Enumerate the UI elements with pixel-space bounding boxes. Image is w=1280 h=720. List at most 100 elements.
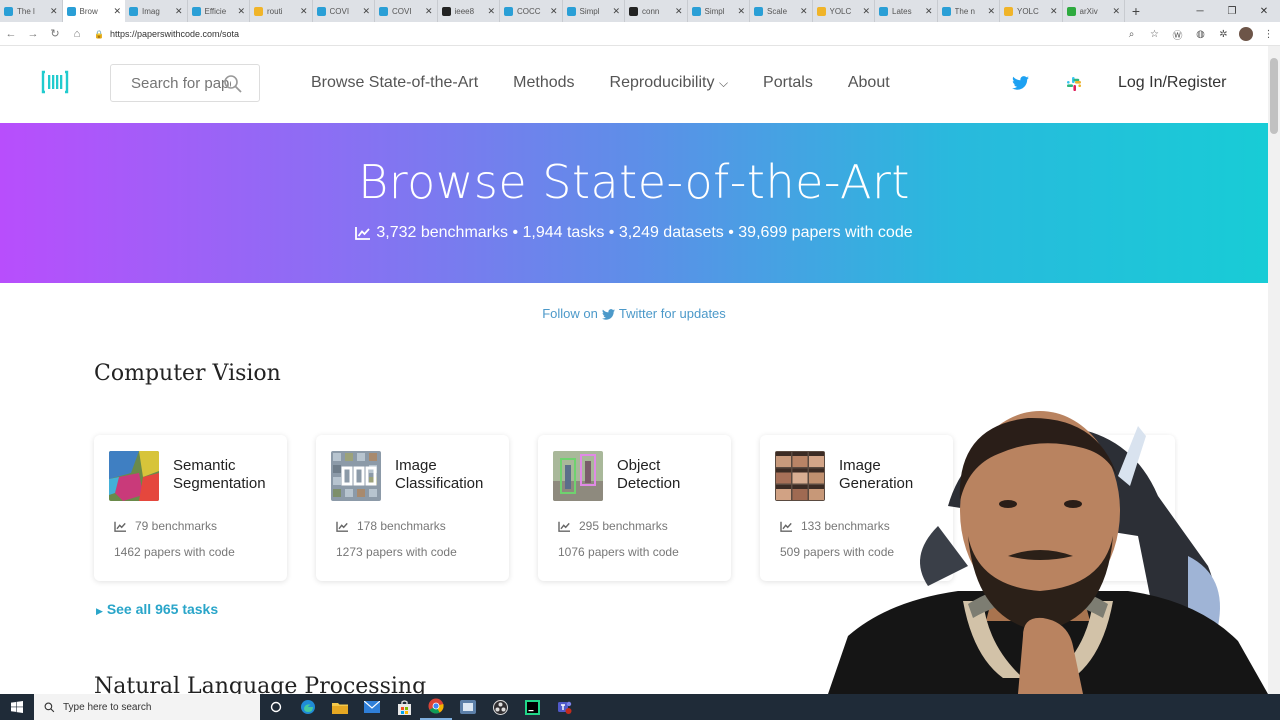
restore-button[interactable]: ❐ — [1216, 0, 1248, 22]
obs-icon[interactable] — [484, 694, 516, 720]
browser-tab[interactable]: COCC ✕ — [500, 0, 563, 22]
browser-tab[interactable]: Simpl ✕ — [563, 0, 625, 22]
twitter-icon[interactable] — [1012, 76, 1029, 90]
close-tab-icon[interactable]: ✕ — [737, 6, 745, 17]
star-icon[interactable]: ☆ — [1143, 29, 1166, 40]
photos-app-icon[interactable] — [452, 694, 484, 720]
menu-kebab-icon[interactable]: ⋮ — [1257, 29, 1280, 40]
card-benchmarks: 79 benchmarks — [114, 519, 217, 533]
webcam-overlay — [828, 411, 1268, 694]
browser-tab[interactable]: The l ✕ — [0, 0, 63, 22]
browser-tab[interactable]: Simpl ✕ — [688, 0, 750, 22]
close-tab-icon[interactable]: ✕ — [925, 6, 933, 17]
nav-browse-sota[interactable]: Browse State-of-the-Art — [311, 74, 478, 92]
close-tab-icon[interactable]: ✕ — [675, 6, 683, 17]
search-icon[interactable] — [223, 74, 243, 94]
browser-tab[interactable]: Brow ✕ — [62, 0, 125, 22]
browser-tab[interactable]: Lates ✕ — [875, 0, 938, 22]
browser-tab[interactable]: The n ✕ — [938, 0, 1000, 22]
close-tab-icon[interactable]: ✕ — [1112, 6, 1120, 17]
scrollbar-thumb[interactable] — [1270, 58, 1278, 134]
minimize-button[interactable]: ─ — [1184, 0, 1216, 22]
tab-title: YOLC — [1017, 6, 1039, 16]
task-card[interactable]: Image Classification 178 benchmarks 1273… — [316, 435, 509, 581]
pycharm-icon[interactable] — [516, 694, 548, 720]
search-input[interactable] — [131, 74, 231, 92]
slack-icon[interactable] — [1066, 76, 1082, 92]
browser-tab[interactable]: ieee8 ✕ — [438, 0, 500, 22]
pwc-icon — [129, 6, 138, 16]
task-card[interactable]: Semantic Segmentation 79 benchmarks 1462… — [94, 435, 287, 581]
file-explorer-icon[interactable] — [324, 694, 356, 720]
papers-with-code-logo[interactable] — [40, 70, 70, 94]
chart-line-icon — [336, 521, 348, 532]
extension-circle-icon[interactable]: ◍ — [1189, 29, 1212, 40]
teams-icon[interactable] — [548, 694, 580, 720]
browser-tab[interactable]: COVI ✕ — [375, 0, 438, 22]
card-title[interactable]: Image Classification — [395, 457, 505, 493]
nav-about[interactable]: About — [848, 74, 890, 92]
close-tab-icon[interactable]: ✕ — [175, 6, 183, 17]
browser-tab[interactable]: Imag ✕ — [125, 0, 188, 22]
close-tab-icon[interactable]: ✕ — [487, 6, 495, 17]
close-window-button[interactable]: ✕ — [1248, 0, 1280, 22]
browser-tab[interactable]: arXiv ✕ — [1063, 0, 1125, 22]
browser-tab[interactable]: YOLC ✕ — [813, 0, 875, 22]
nav-portals[interactable]: Portals — [763, 74, 813, 92]
close-tab-icon[interactable]: ✕ — [237, 6, 245, 17]
edge-icon[interactable] — [292, 694, 324, 720]
tab-title: Imag — [142, 6, 160, 16]
close-tab-icon[interactable]: ✕ — [300, 6, 308, 17]
wordpress-icon[interactable]: Ⓦ — [1166, 27, 1189, 42]
zoom-icon[interactable]: ⌕ — [1120, 29, 1143, 40]
browser-tab[interactable]: YOLC ✕ — [1000, 0, 1063, 22]
cortana-icon[interactable] — [260, 694, 292, 720]
close-tab-icon[interactable]: ✕ — [50, 6, 58, 17]
reload-button[interactable]: ↻ — [44, 23, 66, 45]
card-benchmarks-text: 295 benchmarks — [579, 519, 668, 533]
browser-tab[interactable]: COVI ✕ — [313, 0, 375, 22]
twitter-bird-icon — [601, 309, 615, 320]
close-tab-icon[interactable]: ✕ — [425, 6, 433, 17]
url-bar[interactable]: 🔒 https://paperswithcode.com/sota — [94, 24, 1174, 44]
forward-button[interactable]: → — [22, 23, 44, 45]
close-tab-icon[interactable]: ✕ — [113, 6, 121, 17]
browser-tab[interactable]: routi ✕ — [250, 0, 313, 22]
profile-avatar[interactable] — [1239, 27, 1253, 41]
close-tab-icon[interactable]: ✕ — [987, 6, 995, 17]
mail-icon[interactable] — [356, 694, 388, 720]
close-tab-icon[interactable]: ✕ — [862, 6, 870, 17]
tab-title: arXiv — [1079, 6, 1098, 16]
close-tab-icon[interactable]: ✕ — [362, 6, 370, 17]
browser-tab[interactable]: conn ✕ — [625, 0, 688, 22]
taskbar-search[interactable]: Type here to search — [34, 694, 260, 720]
page-scrollbar[interactable] — [1268, 46, 1280, 694]
puzzle-icon[interactable]: ✲ — [1212, 29, 1235, 40]
hero-stats: 3,732 benchmarks • 1,944 tasks • 3,249 d… — [0, 224, 1268, 242]
tab-title: COVI — [329, 6, 350, 16]
card-title[interactable]: Semantic Segmentation — [173, 457, 283, 493]
nav-methods[interactable]: Methods — [513, 74, 574, 92]
twitter-updates-link[interactable]: Twitter for updates — [619, 306, 726, 321]
card-title[interactable]: Object Detection — [617, 457, 727, 493]
home-button[interactable]: ⌂ — [66, 23, 88, 45]
browser-tab[interactable]: Scale ✕ — [750, 0, 813, 22]
lock-icon: 🔒 — [94, 29, 104, 39]
login-register-link[interactable]: Log In/Register — [1118, 74, 1227, 92]
back-button[interactable]: ← — [0, 23, 22, 45]
chrome-icon[interactable] — [420, 694, 452, 720]
close-tab-icon[interactable]: ✕ — [800, 6, 808, 17]
close-tab-icon[interactable]: ✕ — [1050, 6, 1058, 17]
task-card[interactable]: Object Detection 295 benchmarks 1076 pap… — [538, 435, 731, 581]
close-tab-icon[interactable]: ✕ — [550, 6, 558, 17]
nav-reproducibility[interactable]: Reproducibility ⌵ — [610, 74, 729, 92]
store-icon[interactable] — [388, 694, 420, 720]
windows-start-button[interactable] — [0, 694, 34, 720]
browser-tab[interactable]: Efficie ✕ — [188, 0, 250, 22]
search-box[interactable] — [110, 64, 260, 102]
new-tab-button[interactable]: + — [1125, 0, 1147, 22]
search-icon — [44, 702, 55, 712]
card-papers: 1076 papers with code — [558, 545, 679, 559]
see-all-tasks-link[interactable]: ▶ See all 965 tasks — [96, 601, 218, 617]
close-tab-icon[interactable]: ✕ — [612, 6, 620, 17]
